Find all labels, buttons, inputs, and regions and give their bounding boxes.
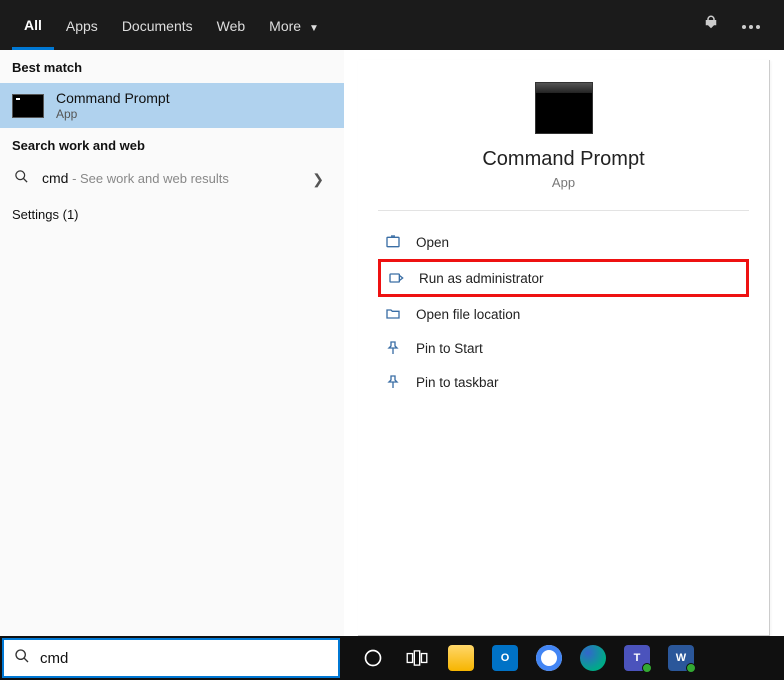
search-icon xyxy=(14,648,30,668)
action-run-admin-label: Run as administrator xyxy=(419,271,544,286)
best-match-subtitle: App xyxy=(56,107,170,121)
app-large-icon xyxy=(535,82,593,134)
action-pin-start-label: Pin to Start xyxy=(416,341,483,356)
task-view-icon[interactable] xyxy=(404,645,430,671)
action-open-location-label: Open file location xyxy=(416,307,520,322)
open-icon xyxy=(384,233,402,251)
status-badge-icon xyxy=(642,663,652,673)
cortana-icon[interactable] xyxy=(360,645,386,671)
web-search-suggestion[interactable]: cmd - See work and web results ❯ xyxy=(0,161,344,197)
detail-title: Command Prompt xyxy=(378,148,749,171)
suggestion-desc: - See work and web results xyxy=(68,171,228,186)
outlook-icon[interactable]: O xyxy=(492,645,518,671)
settings-group[interactable]: Settings (1) xyxy=(0,197,344,232)
chevron-down-icon: ▼ xyxy=(309,23,319,34)
action-pin-taskbar-label: Pin to taskbar xyxy=(416,375,499,390)
chevron-right-icon: ❯ xyxy=(312,171,332,188)
action-pin-to-start[interactable]: Pin to Start xyxy=(378,331,749,365)
tab-more[interactable]: More ▼ xyxy=(257,2,331,48)
file-explorer-icon[interactable] xyxy=(448,645,474,671)
suggestion-term: cmd xyxy=(42,170,68,186)
detail-pane: Command Prompt App Open Run as administr… xyxy=(344,50,784,636)
pin-start-icon xyxy=(384,339,402,357)
settings-count: (1) xyxy=(63,207,79,222)
word-icon[interactable]: W xyxy=(668,645,694,671)
overflow-menu-icon[interactable] xyxy=(742,16,760,34)
best-match-header: Best match xyxy=(0,50,344,83)
tab-apps[interactable]: Apps xyxy=(54,2,110,48)
best-match-item[interactable]: Command Prompt App xyxy=(0,83,344,128)
command-prompt-icon xyxy=(12,94,44,118)
action-pin-to-taskbar[interactable]: Pin to taskbar xyxy=(378,365,749,399)
admin-shield-icon xyxy=(387,269,405,287)
best-match-title: Command Prompt xyxy=(56,90,170,106)
tab-more-label: More xyxy=(269,18,301,34)
search-input-value: cmd xyxy=(40,650,68,667)
chrome-icon[interactable] xyxy=(536,645,562,671)
status-badge-icon xyxy=(686,663,696,673)
action-run-as-administrator[interactable]: Run as administrator xyxy=(378,259,749,297)
search-web-header: Search work and web xyxy=(0,128,344,161)
action-open[interactable]: Open xyxy=(378,225,749,259)
folder-location-icon xyxy=(384,305,402,323)
search-filter-tabs: All Apps Documents Web More ▼ xyxy=(0,0,784,50)
pin-taskbar-icon xyxy=(384,373,402,391)
taskbar: cmd O T W xyxy=(0,636,784,680)
teams-icon[interactable]: T xyxy=(624,645,650,671)
taskbar-search-box[interactable]: cmd xyxy=(2,638,340,678)
tab-documents[interactable]: Documents xyxy=(110,2,205,48)
edge-icon[interactable] xyxy=(580,645,606,671)
tab-all[interactable]: All xyxy=(12,1,54,50)
detail-subtitle: App xyxy=(378,175,749,190)
separator xyxy=(378,210,749,211)
action-open-file-location[interactable]: Open file location xyxy=(378,297,749,331)
windows-search-panel: All Apps Documents Web More ▼ Best match… xyxy=(0,0,784,636)
results-column: Best match Command Prompt App Search wor… xyxy=(0,50,344,636)
tab-web[interactable]: Web xyxy=(205,2,258,48)
feedback-icon[interactable] xyxy=(702,14,720,37)
settings-label: Settings xyxy=(12,207,59,222)
search-icon xyxy=(12,169,30,189)
action-open-label: Open xyxy=(416,235,449,250)
taskbar-icons: O T W xyxy=(340,636,784,680)
